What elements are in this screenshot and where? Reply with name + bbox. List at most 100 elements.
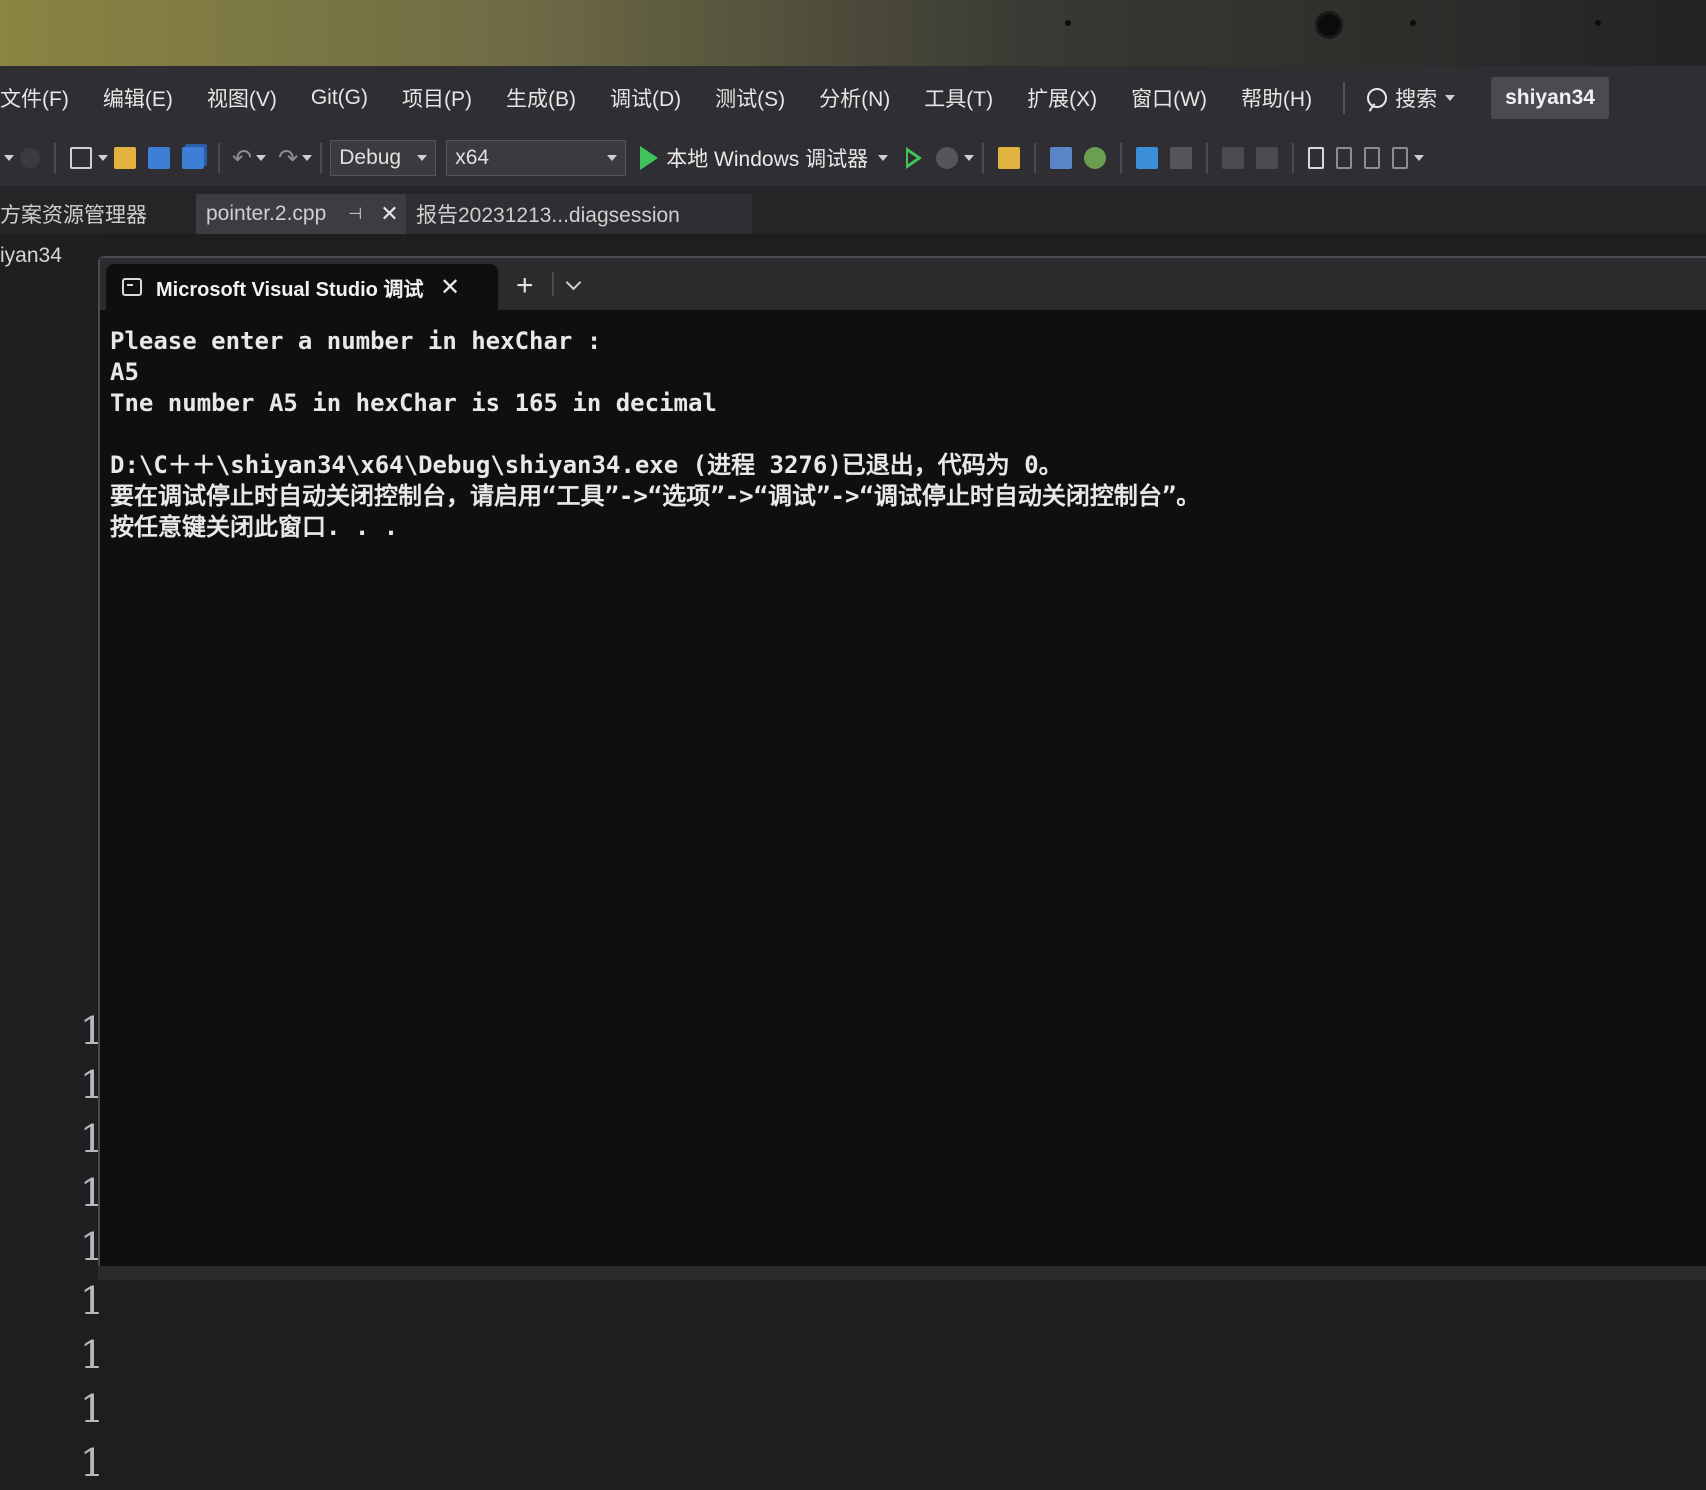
tab-diagsession[interactable]: 报告20231213...diagsession: [406, 194, 752, 234]
menu-divider: [1343, 82, 1346, 114]
console-line: 按任意键关闭此窗口. . .: [110, 513, 399, 541]
open-folder-icon[interactable]: [114, 147, 136, 169]
bookmark-prev-icon[interactable]: [1336, 147, 1353, 169]
nav-forward-icon[interactable]: [20, 148, 40, 168]
window-layout-icon[interactable]: [1050, 147, 1073, 169]
menu-bar: 文件(F) 编辑(E) 视图(V) Git(G) 项目(P) 生成(B) 调试(…: [0, 66, 1706, 130]
bezel-sensor: [1065, 20, 1071, 26]
terminal-icon: [122, 278, 142, 296]
save-icon[interactable]: [148, 147, 170, 169]
editor-bottom-edge: [98, 1266, 1706, 1280]
menu-project[interactable]: 项目(P): [385, 83, 489, 113]
new-project-icon[interactable]: [70, 147, 92, 169]
outdent-icon[interactable]: [1222, 147, 1245, 169]
search-label: 搜索: [1395, 88, 1438, 111]
console-line: 要在调试停止时自动关闭控制台，请启用“工具”->“选项”->“调试”->“调试停…: [110, 482, 1201, 510]
bezel-sensor: [1410, 20, 1416, 26]
undo-icon[interactable]: ↶: [232, 144, 252, 173]
new-tab-button[interactable]: +: [498, 262, 552, 310]
toolbar-overflow-icon[interactable]: [1414, 155, 1425, 161]
menu-window[interactable]: 窗口(W): [1114, 83, 1224, 113]
standard-toolbar: ↶ ↷ Debug x64 本地 Windows 调试器: [0, 130, 1706, 186]
chevron-down-icon[interactable]: [302, 155, 313, 161]
console-line: D:\C＋＋\shiyan34\x64\Debug\shiyan34.exe (…: [110, 451, 1063, 479]
bezel-sensor: [1595, 20, 1601, 26]
tab-label: pointer.2.cpp: [206, 202, 327, 225]
console-line: Please enter a number in hexChar :: [110, 327, 602, 355]
close-icon[interactable]: ✕: [380, 201, 398, 227]
toolbar-divider: [218, 143, 220, 173]
toolbar-divider: [1206, 143, 1209, 173]
solution-config-select[interactable]: Debug: [330, 140, 437, 176]
menu-test[interactable]: 测试(S): [698, 83, 802, 113]
refresh-icon[interactable]: [1084, 147, 1107, 169]
line-number: 1: [80, 1387, 105, 1431]
bookmark-clear-icon[interactable]: [1392, 147, 1409, 169]
start-debugging-button[interactable]: 本地 Windows 调试器: [666, 143, 868, 173]
menu-extensions[interactable]: 扩展(X): [1010, 83, 1114, 113]
menu-debug[interactable]: 调试(D): [593, 83, 698, 113]
webcam: [1318, 14, 1340, 36]
toolbar-divider: [320, 143, 323, 173]
monitor-bezel: [0, 0, 1706, 66]
solution-platform-select[interactable]: x64: [446, 140, 627, 176]
toolbar-divider: [982, 143, 985, 173]
menu-file[interactable]: 文件(F): [0, 83, 86, 113]
indent-icon[interactable]: [1256, 147, 1279, 169]
chevron-down-icon[interactable]: [98, 155, 108, 161]
close-icon[interactable]: ✕: [440, 273, 460, 302]
tab-label: 报告20231213...diagsession: [416, 204, 680, 227]
console-tab[interactable]: Microsoft Visual Studio 调试控制台 ✕: [106, 264, 498, 310]
solution-explorer-icon[interactable]: [998, 147, 1021, 169]
account-button[interactable]: shiyan34: [1491, 77, 1609, 119]
menu-edit[interactable]: 编辑(E): [86, 83, 190, 113]
diagnostic-tools-icon[interactable]: [1136, 147, 1159, 169]
toolbar-divider: [1292, 143, 1295, 173]
line-number: 1: [80, 1441, 105, 1485]
search-icon: [1367, 88, 1388, 108]
menu-analyze[interactable]: 分析(N): [802, 83, 907, 113]
toolbar-divider: [1034, 143, 1037, 173]
redo-icon[interactable]: ↷: [278, 144, 298, 173]
solution-config-value: Debug: [339, 146, 402, 169]
solution-platform-value: x64: [455, 146, 490, 169]
console-tab-bar: Microsoft Visual Studio 调试控制台 ✕ +: [100, 258, 1706, 310]
nav-back-dropdown-icon[interactable]: [4, 155, 14, 161]
menu-git[interactable]: Git(G): [294, 86, 385, 110]
bookmark-icon[interactable]: [1308, 147, 1325, 169]
search-box[interactable]: 搜索: [1367, 83, 1456, 113]
menu-view[interactable]: 视图(V): [190, 83, 294, 113]
chevron-down-icon[interactable]: [256, 155, 267, 161]
chevron-down-icon[interactable]: [878, 155, 889, 161]
menu-build[interactable]: 生成(B): [489, 83, 593, 113]
menu-help[interactable]: 帮助(H): [1224, 83, 1329, 113]
document-tab-strip: 方案资源管理器 pointer.2.cpp ⊣ ✕ 报告20231213...d…: [0, 186, 1706, 234]
start-without-debugging-icon[interactable]: [906, 147, 923, 169]
chevron-down-icon: [1445, 95, 1456, 101]
chevron-down-icon[interactable]: [964, 155, 975, 161]
console-line: A5: [110, 358, 139, 386]
format-icon[interactable]: [1170, 147, 1193, 169]
line-number: 1: [80, 1333, 105, 1377]
tab-pointer-cpp[interactable]: pointer.2.cpp ⊣ ✕: [196, 194, 406, 234]
editor-gutter: iyan34 1 1 1 1 1 1 1 1 1: [0, 234, 104, 1485]
tab-dropdown-button[interactable]: [551, 272, 593, 296]
console-output[interactable]: Please enter a number in hexChar : A5 Tn…: [100, 310, 1706, 559]
console-line: Tne number A5 in hexChar is 165 in decim…: [110, 389, 717, 417]
hot-reload-icon[interactable]: [936, 147, 959, 169]
console-tab-title: Microsoft Visual Studio 调试控制台: [156, 278, 424, 301]
bookmark-next-icon[interactable]: [1364, 147, 1381, 169]
menu-tools[interactable]: 工具(T): [907, 83, 1010, 113]
chevron-down-icon: [565, 274, 581, 290]
save-all-icon[interactable]: [182, 147, 204, 169]
pin-icon[interactable]: ⊣: [348, 204, 362, 224]
tab-solution-explorer[interactable]: 方案资源管理器: [0, 194, 196, 234]
start-debugging-icon[interactable]: [640, 146, 659, 170]
toolbar-divider: [1120, 143, 1123, 173]
debug-console-window: Microsoft Visual Studio 调试控制台 ✕ + Please…: [98, 256, 1706, 1280]
chevron-down-icon: [417, 155, 428, 161]
project-node[interactable]: iyan34: [0, 244, 62, 268]
solution-explorer-label: 方案资源管理器: [0, 204, 147, 227]
toolbar-divider: [54, 143, 56, 173]
